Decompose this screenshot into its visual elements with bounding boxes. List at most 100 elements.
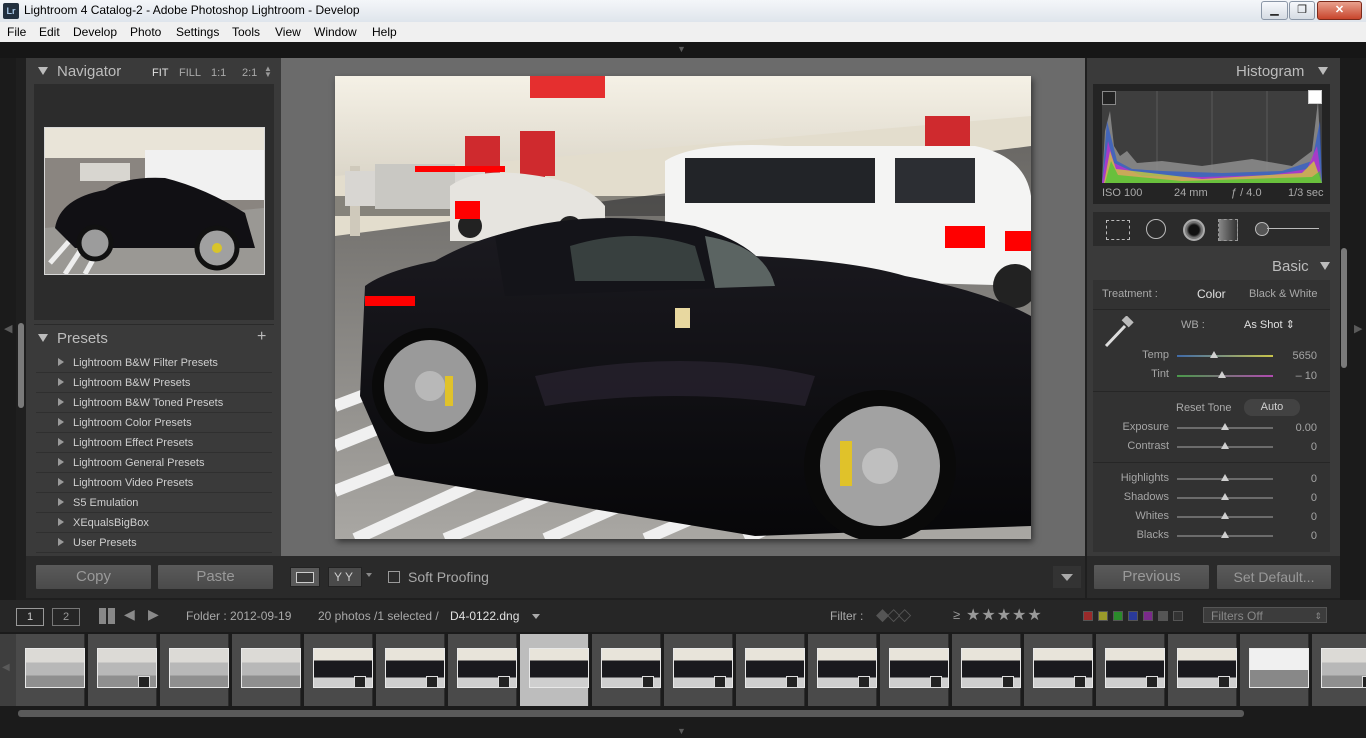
slider-value-whites[interactable]: 0	[1267, 511, 1317, 523]
preset-folder[interactable]: Lightroom B&W Filter Presets	[36, 353, 272, 373]
histogram-collapse-icon[interactable]	[1318, 67, 1328, 75]
preset-folder[interactable]: Lightroom Color Presets	[36, 413, 272, 433]
selected-filename[interactable]: D4-0122.dng	[450, 609, 519, 623]
menu-file[interactable]: File	[7, 25, 26, 39]
treatment-color-option[interactable]: Color	[1197, 287, 1226, 301]
highlight-clipping-icon[interactable]	[1308, 90, 1322, 104]
menu-settings[interactable]: Settings	[176, 25, 219, 39]
histogram-chart[interactable]	[1102, 91, 1322, 183]
slider-value-exposure[interactable]: 0.00	[1267, 422, 1317, 434]
slider-value-shadows[interactable]: 0	[1267, 492, 1317, 504]
menu-help[interactable]: Help	[372, 25, 397, 39]
menu-photo[interactable]: Photo	[130, 25, 161, 39]
filmstrip-thumbnail[interactable]	[1168, 634, 1237, 706]
preset-folder[interactable]: User Presets	[36, 533, 272, 553]
slider-knob-contrast[interactable]	[1221, 442, 1229, 449]
graduated-filter-icon[interactable]	[1218, 219, 1238, 241]
main-photo[interactable]	[335, 76, 1031, 539]
close-icon[interactable]: ✕	[1317, 1, 1362, 20]
left-panel-scrollbar[interactable]	[18, 323, 24, 408]
menu-view[interactable]: View	[275, 25, 301, 39]
zoom-stepper-icon[interactable]: ▲ ▼	[264, 65, 272, 79]
menu-develop[interactable]: Develop	[73, 25, 117, 39]
menu-window[interactable]: Window	[314, 25, 357, 39]
star-rating-filter-icon[interactable]: ★★★★★	[966, 605, 1043, 625]
green-label-icon[interactable]	[1113, 611, 1123, 621]
zoom-fit[interactable]: FIT	[152, 67, 169, 79]
temp-value[interactable]: 5650	[1267, 350, 1317, 362]
temp-slider-track[interactable]	[1177, 355, 1273, 357]
chevron-down-icon[interactable]	[366, 573, 372, 577]
menu-edit[interactable]: Edit	[39, 25, 60, 39]
filmstrip-thumbnail[interactable]	[592, 634, 661, 706]
no-label-icon[interactable]	[1158, 611, 1168, 621]
filmstrip-thumbnail[interactable]	[88, 634, 157, 706]
filmstrip-thumbnail[interactable]	[1240, 634, 1309, 706]
slider-knob-whites[interactable]	[1221, 512, 1229, 519]
set-default-button[interactable]: Set Default...	[1216, 564, 1332, 590]
arrow-left-icon[interactable]: ◀	[124, 606, 135, 623]
shadow-clipping-icon[interactable]	[1102, 91, 1116, 105]
slider-value-contrast[interactable]: 0	[1267, 441, 1317, 453]
preset-folder[interactable]: Lightroom B&W Toned Presets	[36, 393, 272, 413]
crop-overlay-icon[interactable]	[1106, 220, 1130, 240]
left-panel-toggle-icon[interactable]: ◀	[4, 322, 12, 335]
right-panel-toggle-icon[interactable]: ▶	[1354, 322, 1362, 335]
white-balance-eyedropper-icon[interactable]	[1101, 316, 1137, 350]
preset-folder[interactable]: Lightroom General Presets	[36, 453, 272, 473]
filmstrip-thumbnail[interactable]	[448, 634, 517, 706]
slider-knob-exposure[interactable]	[1221, 423, 1229, 430]
filmstrip-thumbnail[interactable]	[520, 634, 589, 706]
yellow-label-icon[interactable]	[1098, 611, 1108, 621]
navigator-thumbnail[interactable]	[44, 127, 265, 275]
slider-value-highlights[interactable]: 0	[1267, 473, 1317, 485]
filmstrip-thumbnail[interactable]	[160, 634, 229, 706]
slider-knob-highlights[interactable]	[1221, 474, 1229, 481]
red-label-icon[interactable]	[1083, 611, 1093, 621]
triangle-down-icon[interactable]: ▼	[677, 44, 686, 54]
chevron-down-icon[interactable]	[532, 614, 540, 619]
preset-folder[interactable]: Lightroom Video Presets	[36, 473, 272, 493]
filmstrip-thumbnail[interactable]	[1312, 634, 1366, 706]
zoom-fill[interactable]: FILL	[179, 67, 201, 79]
preset-folder[interactable]: S5 Emulation	[36, 493, 272, 513]
filmstrip-thumbnail[interactable]	[1024, 634, 1093, 706]
soft-proofing-checkbox[interactable]	[388, 571, 400, 583]
right-panel-scrollbar[interactable]	[1341, 248, 1347, 368]
tint-slider-knob[interactable]	[1218, 371, 1226, 378]
flag-filter-icon[interactable]: ◆◇◇	[876, 605, 911, 625]
navigator-collapse-icon[interactable]	[38, 67, 48, 75]
menu-tools[interactable]: Tools	[232, 25, 260, 39]
add-preset-icon[interactable]: +	[257, 328, 266, 346]
presets-collapse-icon[interactable]	[38, 334, 48, 342]
slider-knob-blacks[interactable]	[1221, 531, 1229, 538]
slider-knob-shadows[interactable]	[1221, 493, 1229, 500]
temp-slider-knob[interactable]	[1210, 351, 1218, 358]
red-eye-icon[interactable]	[1183, 219, 1205, 241]
arrow-right-icon[interactable]: ▶	[148, 606, 159, 623]
filmstrip-thumbnail[interactable]	[16, 634, 85, 706]
preset-folder[interactable]: XEqualsBigBox	[36, 513, 272, 533]
filmstrip-left-arrow-icon[interactable]: ◀	[2, 662, 10, 673]
filmstrip-thumbnail[interactable]	[952, 634, 1021, 706]
filmstrip-thumbnail[interactable]	[736, 634, 805, 706]
slider-value-blacks[interactable]: 0	[1267, 530, 1317, 542]
before-after-button[interactable]: YY	[328, 567, 362, 587]
preset-folder[interactable]: Lightroom B&W Presets	[36, 373, 272, 393]
maximize-icon[interactable]: ❐	[1289, 1, 1315, 20]
rating-operator[interactable]: ≥	[953, 607, 960, 622]
paste-button[interactable]: Paste	[157, 564, 274, 590]
spot-removal-icon[interactable]	[1146, 219, 1166, 239]
filmstrip-thumbnail[interactable]	[880, 634, 949, 706]
screen-1-button[interactable]: 1	[16, 608, 44, 626]
minimize-icon[interactable]: ▁	[1261, 1, 1288, 20]
adjustment-brush-icon[interactable]	[1255, 222, 1269, 236]
basic-collapse-icon[interactable]	[1320, 262, 1330, 270]
blue-label-icon[interactable]	[1128, 611, 1138, 621]
filmstrip-thumbnail[interactable]	[808, 634, 877, 706]
preset-folder[interactable]: Lightroom Effect Presets	[36, 433, 272, 453]
zoom-2-1[interactable]: 2:1	[242, 67, 257, 79]
copy-button[interactable]: Copy	[35, 564, 152, 590]
filmstrip-thumbnail[interactable]	[232, 634, 301, 706]
toolbar-menu-button[interactable]	[1053, 566, 1081, 588]
